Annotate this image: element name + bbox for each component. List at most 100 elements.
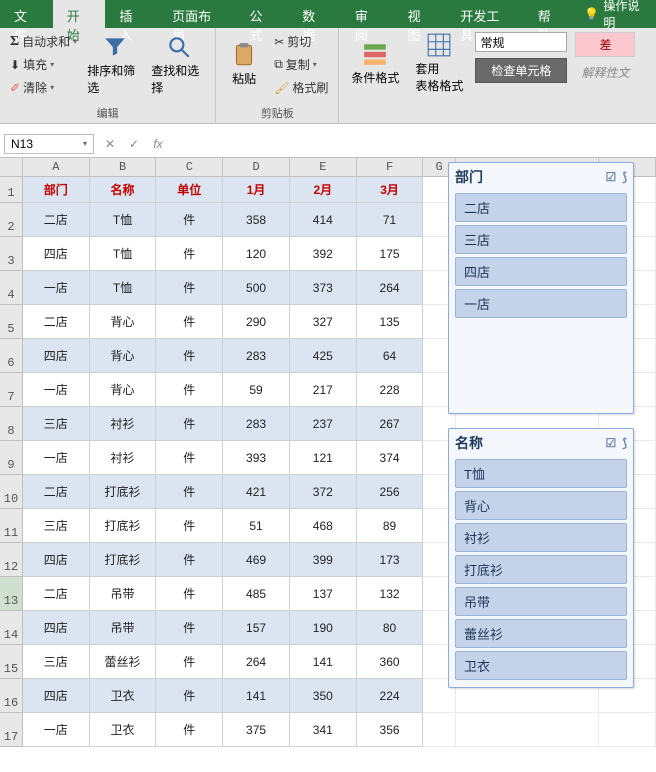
autosum-button[interactable]: Σ自动求和▾: [8, 32, 79, 51]
table-format-button[interactable]: 套用 表格格式: [411, 32, 467, 94]
table-cell[interactable]: 327: [290, 305, 357, 339]
tell-me-hint[interactable]: 💡 操作说明: [576, 0, 656, 28]
row-header[interactable]: 6: [0, 339, 23, 373]
slicer-item[interactable]: 二店: [455, 193, 627, 222]
row-header[interactable]: 17: [0, 713, 23, 747]
table-cell[interactable]: 三店: [23, 509, 90, 543]
col-header-E[interactable]: E: [290, 158, 357, 176]
table-cell[interactable]: T恤: [90, 237, 157, 271]
table-cell[interactable]: 四店: [23, 237, 90, 271]
table-cell[interactable]: 217: [290, 373, 357, 407]
table-cell[interactable]: 468: [290, 509, 357, 543]
table-cell[interactable]: 71: [357, 203, 424, 237]
row-header[interactable]: 7: [0, 373, 23, 407]
table-cell[interactable]: 132: [357, 577, 424, 611]
slicer-name[interactable]: 名称 ☑ ⟆ T恤背心衬衫打底衫吊带蕾丝衫卫衣: [448, 428, 634, 688]
table-cell[interactable]: 四店: [23, 679, 90, 713]
conditional-format-button[interactable]: 条件格式: [347, 32, 403, 94]
row-header[interactable]: 11: [0, 509, 23, 543]
table-cell[interactable]: 120: [223, 237, 290, 271]
row-header[interactable]: 2: [0, 203, 23, 237]
table-cell[interactable]: 件: [156, 339, 223, 373]
table-cell[interactable]: 469: [223, 543, 290, 577]
table-cell[interactable]: 打底衫: [90, 543, 157, 577]
table-cell[interactable]: 件: [156, 577, 223, 611]
table-cell[interactable]: 135: [357, 305, 424, 339]
table-cell[interactable]: 吊带: [90, 577, 157, 611]
col-header-D[interactable]: D: [223, 158, 290, 176]
tab-formula[interactable]: 公式: [236, 0, 289, 28]
table-cell[interactable]: 三店: [23, 645, 90, 679]
formula-input[interactable]: [170, 134, 656, 154]
tab-view[interactable]: 视图: [394, 0, 447, 28]
table-cell[interactable]: 四店: [23, 339, 90, 373]
table-cell[interactable]: 264: [223, 645, 290, 679]
tab-data[interactable]: 数据: [288, 0, 341, 28]
cancel-formula-button[interactable]: ✕: [98, 137, 122, 151]
table-cell[interactable]: 一店: [23, 271, 90, 305]
multiselect-icon[interactable]: ☑: [606, 436, 617, 450]
table-cell[interactable]: 500: [223, 271, 290, 305]
row-header[interactable]: 5: [0, 305, 23, 339]
table-cell[interactable]: 59: [223, 373, 290, 407]
table-cell[interactable]: 单位: [156, 177, 223, 203]
table-cell[interactable]: 件: [156, 237, 223, 271]
empty-cell[interactable]: [456, 713, 599, 747]
table-cell[interactable]: 350: [290, 679, 357, 713]
table-cell[interactable]: 2月: [290, 177, 357, 203]
style-check-cell[interactable]: 检查单元格: [475, 58, 567, 83]
table-cell[interactable]: 485: [223, 577, 290, 611]
table-cell[interactable]: 件: [156, 373, 223, 407]
slicer-department[interactable]: 部门 ☑ ⟆ 二店三店四店一店: [448, 162, 634, 414]
slicer-item[interactable]: 蕾丝衫: [455, 619, 627, 648]
row-header[interactable]: 8: [0, 407, 23, 441]
table-cell[interactable]: 141: [223, 679, 290, 713]
tab-insert[interactable]: 插入: [105, 0, 158, 28]
style-explanatory[interactable]: 解释性文: [575, 61, 635, 84]
table-cell[interactable]: 51: [223, 509, 290, 543]
table-cell[interactable]: 一店: [23, 713, 90, 747]
multiselect-icon[interactable]: ☑: [606, 170, 617, 184]
table-cell[interactable]: 399: [290, 543, 357, 577]
table-cell[interactable]: 64: [357, 339, 424, 373]
table-cell[interactable]: 421: [223, 475, 290, 509]
table-cell[interactable]: 件: [156, 679, 223, 713]
col-header-F[interactable]: F: [357, 158, 424, 176]
table-cell[interactable]: 157: [223, 611, 290, 645]
table-cell[interactable]: 358: [223, 203, 290, 237]
table-cell[interactable]: 件: [156, 713, 223, 747]
table-cell[interactable]: 二店: [23, 577, 90, 611]
table-cell[interactable]: 89: [357, 509, 424, 543]
slicer-item[interactable]: 吊带: [455, 587, 627, 616]
tab-home[interactable]: 开始: [53, 0, 106, 28]
table-cell[interactable]: 件: [156, 645, 223, 679]
number-format-dropdown[interactable]: [475, 32, 567, 52]
table-cell[interactable]: 393: [223, 441, 290, 475]
table-cell[interactable]: 衬衫: [90, 441, 157, 475]
row-header[interactable]: 12: [0, 543, 23, 577]
table-cell[interactable]: 283: [223, 407, 290, 441]
copy-button[interactable]: ⧉复制▾: [272, 55, 330, 74]
table-cell[interactable]: 件: [156, 441, 223, 475]
table-cell[interactable]: 件: [156, 203, 223, 237]
table-cell[interactable]: 件: [156, 509, 223, 543]
table-cell[interactable]: 372: [290, 475, 357, 509]
row-header[interactable]: 9: [0, 441, 23, 475]
table-cell[interactable]: 蕾丝衫: [90, 645, 157, 679]
row-header[interactable]: 4: [0, 271, 23, 305]
fx-button[interactable]: fx: [146, 137, 170, 151]
table-cell[interactable]: 卫衣: [90, 679, 157, 713]
col-header-B[interactable]: B: [90, 158, 157, 176]
table-cell[interactable]: 190: [290, 611, 357, 645]
table-cell[interactable]: 三店: [23, 407, 90, 441]
fill-button[interactable]: ⬇填充▾: [8, 55, 79, 74]
table-cell[interactable]: 件: [156, 611, 223, 645]
table-cell[interactable]: 二店: [23, 305, 90, 339]
table-cell[interactable]: 341: [290, 713, 357, 747]
table-cell[interactable]: 件: [156, 407, 223, 441]
table-cell[interactable]: 一店: [23, 441, 90, 475]
table-cell[interactable]: 141: [290, 645, 357, 679]
table-cell[interactable]: 414: [290, 203, 357, 237]
table-cell[interactable]: 425: [290, 339, 357, 373]
select-all-corner[interactable]: [0, 158, 23, 176]
